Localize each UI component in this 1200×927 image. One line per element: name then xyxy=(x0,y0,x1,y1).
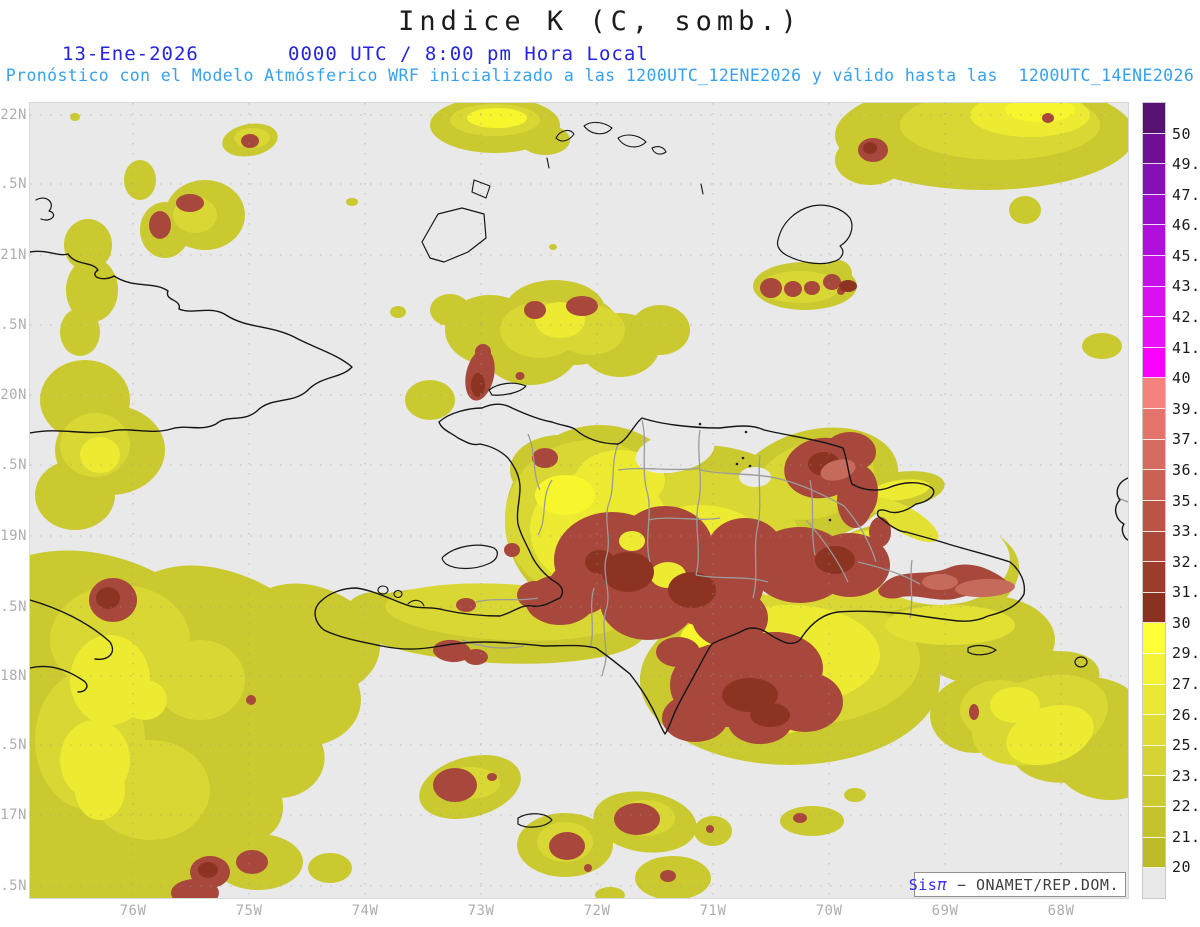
colorbar-tick-label: 30 xyxy=(1172,613,1192,632)
k-index-colorbar xyxy=(1142,102,1166,899)
colorbar-tick-label: 39.1 xyxy=(1172,399,1200,418)
lat-tick-label: 7.5N xyxy=(0,737,27,753)
colorbar-segment xyxy=(1143,378,1165,410)
colorbar-tick-label: 23.9 xyxy=(1172,766,1200,785)
colorbar-segment xyxy=(1143,807,1165,838)
colorbar-tick-label: 42.6 xyxy=(1172,308,1200,327)
colorbar-tick-label: 46.5 xyxy=(1172,216,1200,235)
lon-tick-label: 68W xyxy=(1047,903,1075,919)
colorbar-tick-label: 36.5 xyxy=(1172,460,1200,479)
lon-tick-label: 70W xyxy=(815,903,843,919)
colorbar-segment xyxy=(1143,745,1165,777)
colorbar-segment xyxy=(1143,133,1165,165)
colorbar-segment xyxy=(1143,225,1165,257)
colorbar-tick-label: 40 xyxy=(1172,369,1192,388)
colorbar-tick-label: 27.8 xyxy=(1172,674,1200,693)
latitude-axis: 22N 1.5N 21N 0.5N 20N 9.5N 19N 8.5N 18N 7.5N 17N 6.… xyxy=(0,0,28,927)
colorbar-tick-label: 20 xyxy=(1172,858,1192,877)
pi-symbol: π xyxy=(937,875,948,894)
colorbar-segment xyxy=(1143,592,1165,624)
forecast-page: { "header": { "title": "Indice K (C, som… xyxy=(0,0,1200,927)
colorbar-tick-label: 31.3 xyxy=(1172,583,1200,602)
colorbar-tick-label: 45.2 xyxy=(1172,246,1200,265)
colorbar-tick-label: 41.3 xyxy=(1172,338,1200,357)
colorbar-tick-label: 29.1 xyxy=(1172,644,1200,663)
colorbar-segment xyxy=(1143,868,1165,898)
lon-tick-label: 73W xyxy=(467,903,495,919)
lon-tick-label: 76W xyxy=(119,903,147,919)
colorbar-segment xyxy=(1143,562,1165,593)
sispi-logo-text: Sis xyxy=(908,875,938,894)
lat-tick-label: 0.5N xyxy=(0,317,27,333)
colorbar-segment xyxy=(1143,194,1165,226)
lat-tick-label: 9.5N xyxy=(0,457,27,473)
agency-label: − ONAMET/REP.DOM. xyxy=(947,875,1119,894)
lat-tick-label: 1.5N xyxy=(0,176,27,192)
colorbar-tick-label: 47.8 xyxy=(1172,185,1200,204)
great-inagua-island xyxy=(421,207,487,263)
branding-box: Sis π − ONAMET/REP.DOM. xyxy=(909,872,1126,897)
forecast-date: 13-Ene-2026 xyxy=(62,43,199,65)
colorbar-segment xyxy=(1143,776,1165,808)
lon-tick-label: 72W xyxy=(583,903,611,919)
lon-tick-label: 74W xyxy=(351,903,379,919)
colorbar-segment xyxy=(1143,837,1165,869)
colorbar-segment xyxy=(1143,470,1165,501)
colorbar-segment xyxy=(1143,409,1165,440)
tortue-island xyxy=(488,382,527,396)
colorbar-segment xyxy=(1143,684,1165,716)
colorbar-segment xyxy=(1143,531,1165,563)
forecast-time: 0000 UTC / 8:00 pm Hora Local xyxy=(288,43,649,65)
lat-tick-label: 20N xyxy=(0,387,27,403)
colorbar-tick-label: 32.6 xyxy=(1172,552,1200,571)
model-note: Pronóstico con el Modelo Atmósferico WRF… xyxy=(5,66,1195,85)
colorbar-tick-label: 49.1 xyxy=(1172,155,1200,174)
colorbar-tick-label: 25.2 xyxy=(1172,736,1200,755)
colorbar-segment xyxy=(1143,164,1165,195)
colorbar-tick-label: 37.8 xyxy=(1172,430,1200,449)
lat-tick-label: 6.5N xyxy=(0,878,27,894)
colorbar-segment xyxy=(1143,286,1165,318)
colorbar-tick-label: 35.2 xyxy=(1172,491,1200,510)
puerto-rico-edge xyxy=(1114,477,1128,541)
colorbar-segment xyxy=(1143,500,1165,532)
colorbar-tick-label: 33.9 xyxy=(1172,522,1200,541)
lat-tick-label: 22N xyxy=(0,107,27,123)
forecast-map xyxy=(30,103,1128,898)
colorbar-segment xyxy=(1143,256,1165,287)
lat-tick-label: 18N xyxy=(0,668,27,684)
lat-tick-label: 8.5N xyxy=(0,599,27,615)
lat-tick-label: 19N xyxy=(0,528,27,544)
colorbar-tick-label: 43.9 xyxy=(1172,277,1200,296)
lat-tick-label: 21N xyxy=(0,247,27,263)
lat-tick-label: 17N xyxy=(0,807,27,823)
colorbar-tick-label: 26.5 xyxy=(1172,705,1200,724)
colorbar-segment xyxy=(1143,653,1165,685)
lon-tick-label: 71W xyxy=(699,903,727,919)
page-title: Indice K (C, somb.) xyxy=(398,6,802,37)
colorbar-segment xyxy=(1143,317,1165,348)
colorbar-tick-label: 22.6 xyxy=(1172,797,1200,816)
lon-tick-label: 69W xyxy=(931,903,959,919)
colorbar-segment xyxy=(1143,623,1165,654)
colorbar-tick-label: 50 xyxy=(1172,124,1192,143)
colorbar-tick-label: 21.3 xyxy=(1172,827,1200,846)
colorbar-tick-labels: 50 49.1 47.8 46.5 45.2 43.9 42.6 41.3 40 39.1 37.8… xyxy=(1172,103,1200,898)
colorbar-segment xyxy=(1143,439,1165,471)
lon-tick-label: 75W xyxy=(235,903,263,919)
colorbar-segment xyxy=(1143,347,1165,379)
colorbar-segment xyxy=(1143,103,1165,134)
k-index-shading xyxy=(30,103,1128,898)
gonave-island xyxy=(441,544,498,570)
colorbar-segment xyxy=(1143,715,1165,746)
map-frame xyxy=(29,102,1129,899)
bahamas-squiggle xyxy=(35,197,55,221)
